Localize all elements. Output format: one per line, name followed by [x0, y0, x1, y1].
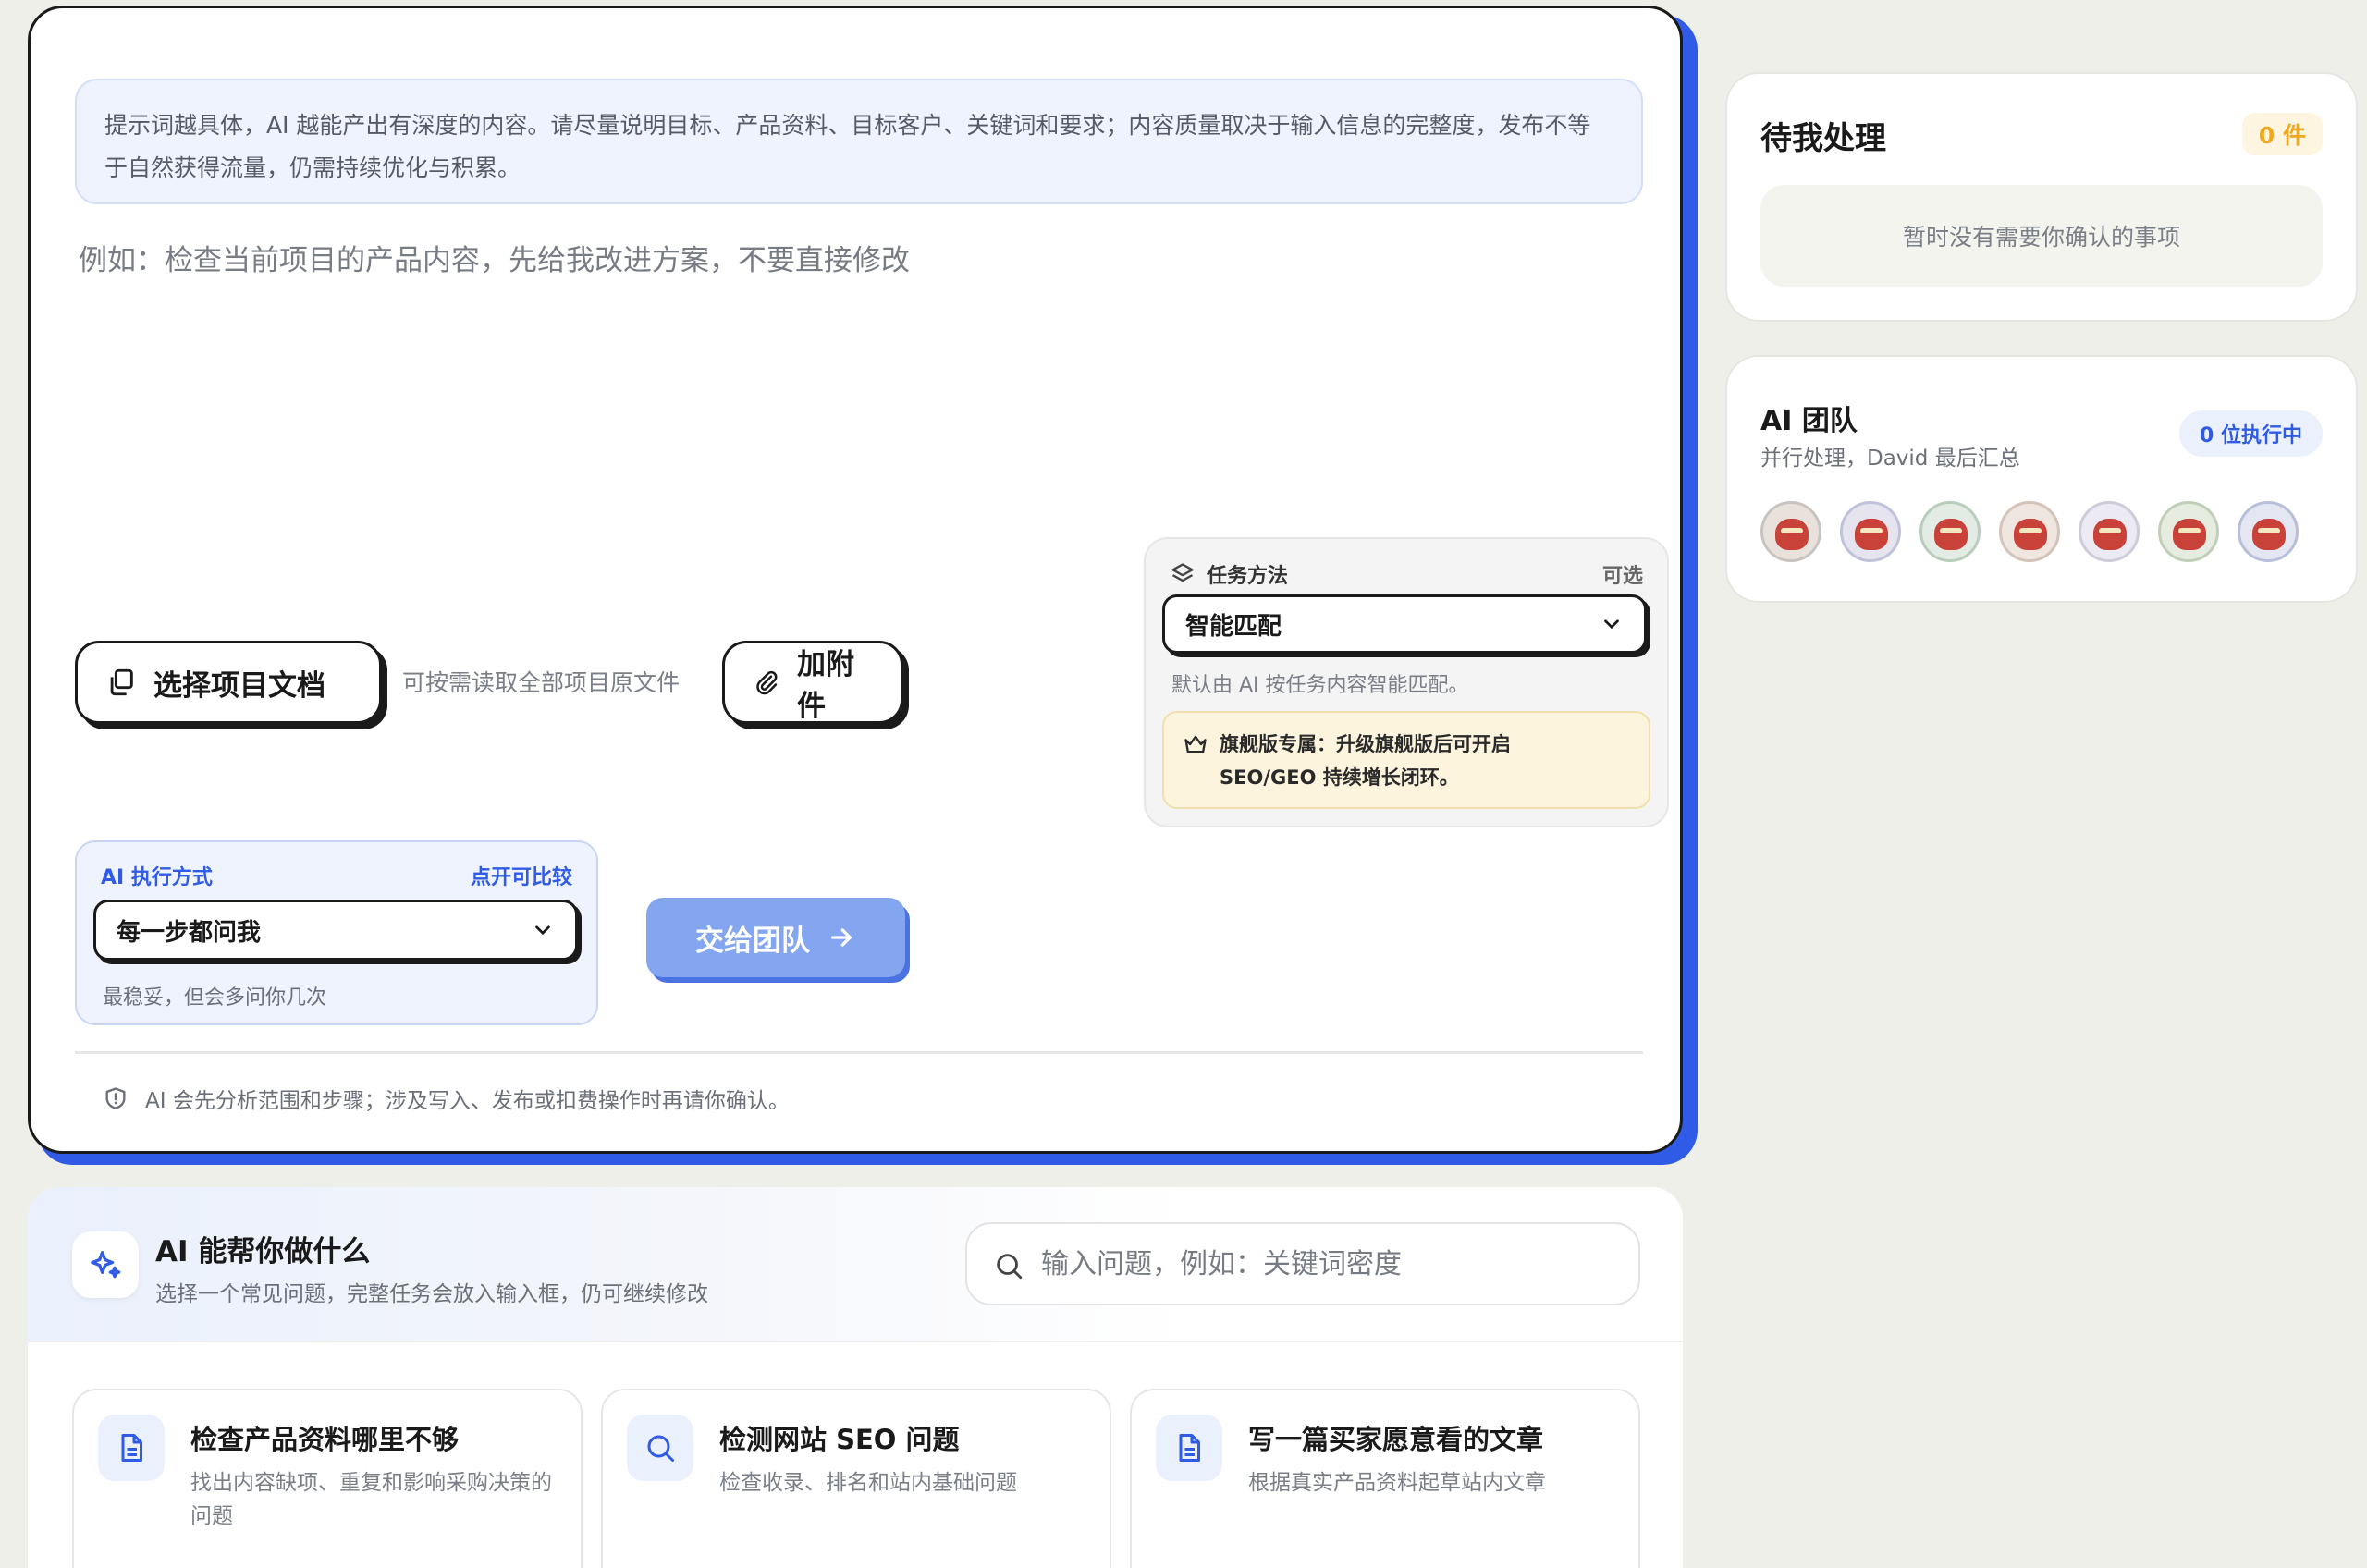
- ai-help-panel: AI 能帮你做什么 选择一个常见问题，完整任务会放入输入框，仍可继续修改 检查产…: [28, 1187, 1683, 1568]
- upsell-line-2: SEO/GEO 持续增长闭环。: [1220, 766, 1459, 789]
- ai-exec-desc: 最稳妥，但会多问你几次: [103, 986, 327, 1010]
- task-card-desc: 找出内容缺项、重复和影响采购决策的问题: [190, 1471, 552, 1528]
- pending-count-badge: 0 件: [2241, 113, 2323, 155]
- pending-title: 待我处理: [1760, 120, 1886, 157]
- task-method-value: 智能匹配: [1185, 612, 1282, 641]
- chevron-down-icon: [535, 925, 550, 936]
- ai-team-subtitle: 并行处理，David 最后汇总: [1760, 447, 2020, 471]
- upsell-line-1: 旗舰版专属：升级旗舰版后可开启: [1220, 733, 1511, 755]
- pending-empty-state: 暂时没有需要你确认的事项: [1760, 185, 2323, 287]
- ai-exec-title: AI 执行方式: [101, 866, 213, 889]
- task-card-seo-check[interactable]: 检测网站 SEO 问题 检查收录、排名和站内基础问题: [601, 1389, 1111, 1568]
- ai-help-header: AI 能帮你做什么 选择一个常见问题，完整任务会放入输入框，仍可继续修改: [28, 1187, 1683, 1342]
- ai-exec-compare-link[interactable]: 点开可比较: [471, 861, 572, 890]
- handoff-to-team-button[interactable]: 交给团队: [646, 898, 905, 977]
- search-icon: [997, 1254, 1023, 1280]
- task-method-panel: 任务方法 可选 智能匹配 默认由 AI 按任务内容智能匹配。 旗舰版专属：升级旗…: [1144, 537, 1669, 827]
- avatar[interactable]: [1840, 501, 1901, 562]
- task-method-title: 任务方法: [1207, 565, 1289, 588]
- document-icon: [1156, 1415, 1222, 1481]
- avatar[interactable]: [1999, 501, 2060, 562]
- task-card-write-article[interactable]: 写一篇买家愿意看的文章 根据真实产品资料起草站内文章: [1130, 1389, 1640, 1568]
- avatar[interactable]: [1919, 501, 1981, 562]
- select-project-doc-button[interactable]: 选择项目文档: [75, 641, 382, 724]
- task-method-desc: 默认由 AI 按任务内容智能匹配。: [1171, 674, 1469, 697]
- app-root: 提示词越具体，AI 越能产出有深度的内容。请尽量说明目标、产品资料、目标客户、关…: [0, 0, 2367, 1568]
- prompt-input[interactable]: [79, 238, 1613, 515]
- document-icon: [98, 1415, 165, 1481]
- ai-exec-panel: AI 执行方式 点开可比较 每一步都问我 最稳妥，但会多问你几次: [75, 840, 598, 1025]
- prompt-tip-box: 提示词越具体，AI 越能产出有深度的内容。请尽量说明目标、产品资料、目标客户、关…: [75, 79, 1643, 204]
- safety-notice: AI 会先分析范围和步骤；涉及写入、发布或扣费操作时再请你确认。: [104, 1083, 790, 1114]
- avatar[interactable]: [1760, 501, 1821, 562]
- avatar[interactable]: [2079, 501, 2140, 562]
- chevron-down-icon: [1604, 619, 1619, 630]
- task-card-desc: 检查收录、排名和站内基础问题: [719, 1471, 1017, 1495]
- help-search-input[interactable]: [1041, 1224, 1624, 1304]
- paperclip-icon: [756, 670, 778, 695]
- handoff-label: 交给团队: [695, 924, 810, 958]
- copy-docs-icon: [110, 668, 133, 696]
- task-card-desc: 根据真实产品资料起草站内文章: [1248, 1471, 1546, 1495]
- crown-icon: [1184, 735, 1207, 753]
- ai-team-avatars: [1760, 501, 2299, 562]
- prompt-tip-text: 提示词越具体，AI 越能产出有深度的内容。请尽量说明目标、产品资料、目标客户、关…: [104, 112, 1591, 181]
- task-method-select[interactable]: 智能匹配: [1162, 594, 1647, 654]
- task-card-title: 检查产品资料哪里不够: [190, 1424, 460, 1455]
- task-card-check-product[interactable]: 检查产品资料哪里不够 找出内容缺项、重复和影响采购决策的问题: [72, 1389, 583, 1568]
- composer-card: 提示词越具体，AI 越能产出有深度的内容。请尽量说明目标、产品资料、目标客户、关…: [28, 6, 1683, 1154]
- add-attachment-button[interactable]: 加附件: [722, 641, 903, 724]
- flagship-upsell-box[interactable]: 旗舰版专属：升级旗舰版后可开启 SEO/GEO 持续增长闭环。: [1162, 711, 1650, 809]
- avatar[interactable]: [2238, 501, 2299, 562]
- safety-notice-text: AI 会先分析范围和步骤；涉及写入、发布或扣费操作时再请你确认。: [145, 1089, 790, 1113]
- task-method-header: 任务方法 可选: [1170, 556, 1643, 593]
- select-project-doc-label: 选择项目文档: [153, 668, 325, 703]
- pending-card: 待我处理 0 件 暂时没有需要你确认的事项: [1727, 74, 2356, 320]
- ai-exec-header: AI 执行方式 点开可比较: [101, 861, 572, 890]
- sparkle-icon: [72, 1231, 139, 1298]
- ai-help-subtitle: 选择一个常见问题，完整任务会放入输入框，仍可继续修改: [155, 1282, 708, 1306]
- ai-exec-value: 每一步都问我: [117, 918, 262, 947]
- arrow-right-icon: [831, 928, 852, 947]
- ai-team-title: AI 团队: [1760, 405, 1858, 437]
- ai-team-status-badge: 0 位执行中: [2179, 410, 2323, 457]
- composer-divider: [75, 1051, 1643, 1054]
- add-attachment-label: 加附件: [796, 648, 854, 723]
- ai-exec-select[interactable]: 每一步都问我: [93, 900, 578, 961]
- select-doc-hint: 可按需读取全部项目原文件: [402, 669, 681, 696]
- search-icon: [627, 1415, 693, 1481]
- layers-icon: [1171, 563, 1194, 582]
- help-search-box[interactable]: [965, 1222, 1640, 1305]
- ai-help-title: AI 能帮你做什么: [155, 1235, 371, 1268]
- shield-icon: [105, 1087, 126, 1109]
- task-method-optional: 可选: [1601, 565, 1643, 588]
- avatar[interactable]: [2158, 501, 2219, 562]
- task-card-title: 检测网站 SEO 问题: [719, 1424, 960, 1455]
- ai-team-card: AI 团队 并行处理，David 最后汇总 0 位执行中: [1727, 357, 2356, 601]
- task-card-title: 写一篇买家愿意看的文章: [1248, 1424, 1544, 1455]
